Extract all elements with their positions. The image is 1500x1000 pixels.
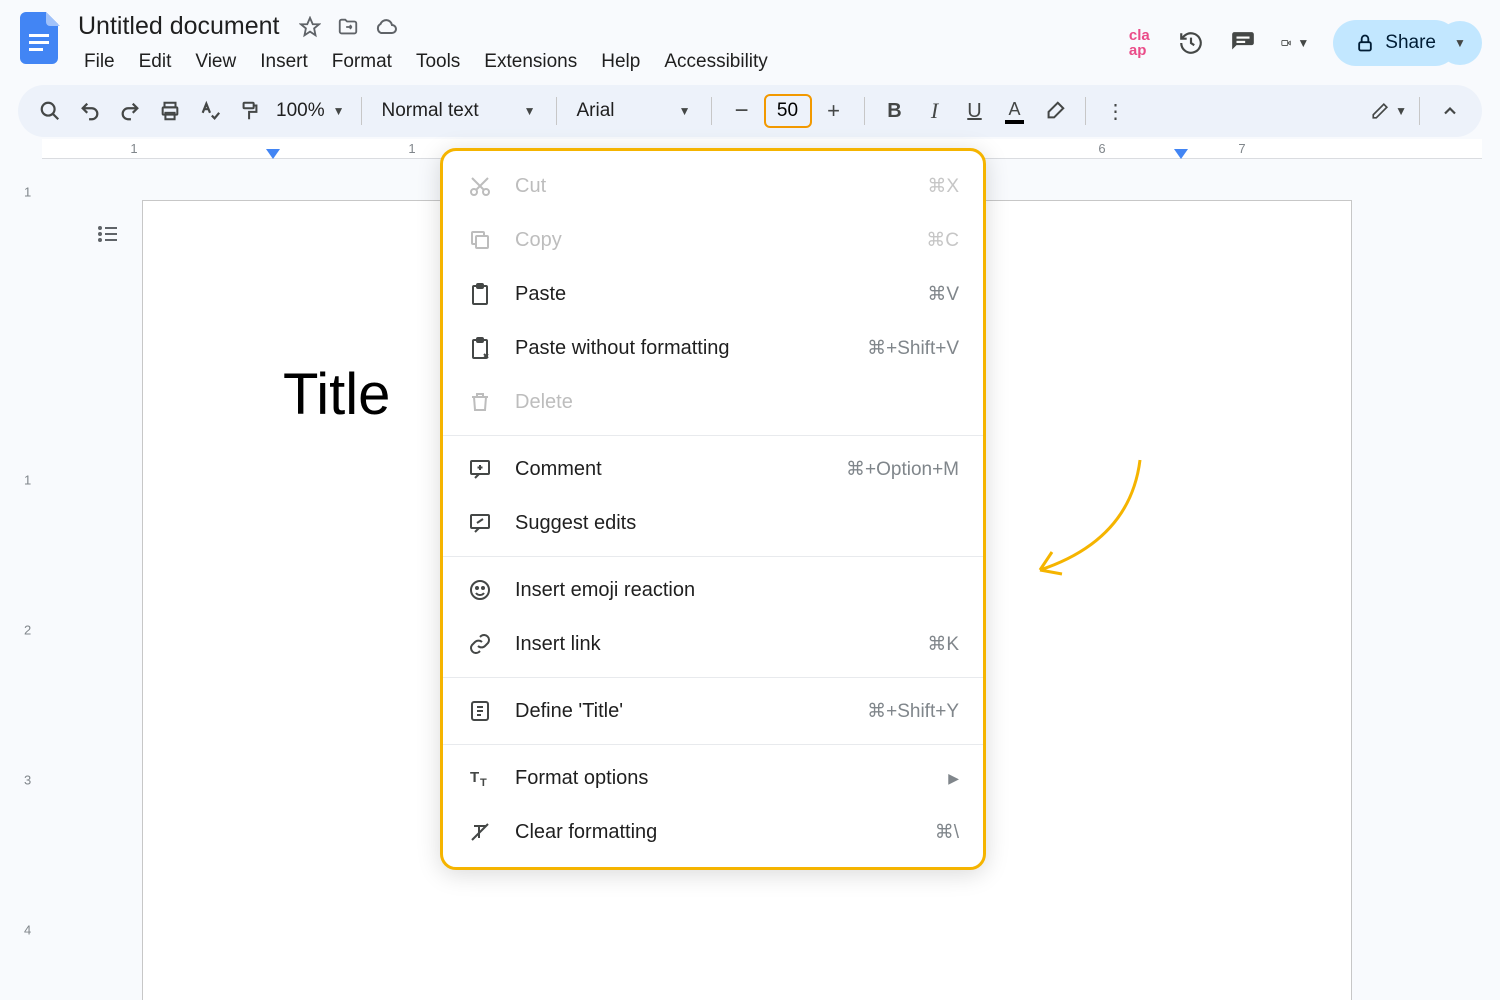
context-menu-label: Cut [515, 175, 905, 198]
print-icon[interactable] [152, 93, 188, 129]
app-header: Untitled document File Edit View Insert … [0, 0, 1500, 77]
context-menu-label: Comment [515, 458, 824, 481]
font-size-input[interactable]: 50 [764, 94, 812, 128]
context-menu-label: Delete [515, 391, 959, 414]
italic-icon[interactable]: I [917, 93, 953, 129]
context-menu-shortcut: ⌘C [926, 229, 959, 252]
context-menu: Cut ⌘X Copy ⌘C Paste ⌘V Paste without formatti… [440, 148, 986, 870]
link-icon [467, 631, 493, 657]
move-icon[interactable] [336, 15, 360, 39]
suggest-icon [467, 510, 493, 536]
document-title[interactable]: Untitled document [74, 10, 284, 43]
paragraph-style-select[interactable]: Normal text▼ [374, 100, 544, 122]
undo-icon[interactable] [72, 93, 108, 129]
context-menu-item[interactable]: Comment ⌘+Option+M [443, 442, 983, 496]
define-icon [467, 698, 493, 724]
context-menu-item[interactable]: TT Format options ▶ [443, 751, 983, 805]
menu-help[interactable]: Help [591, 47, 650, 77]
context-menu-label: Insert link [515, 633, 905, 656]
context-menu-label: Paste [515, 283, 905, 306]
context-menu-shortcut: ⌘X [927, 175, 959, 198]
context-menu-shortcut: ⌘V [927, 283, 959, 306]
context-menu-item: Cut ⌘X [443, 159, 983, 213]
editing-mode-icon[interactable]: ▼ [1371, 93, 1407, 129]
redo-icon[interactable] [112, 93, 148, 129]
context-menu-shortcut: ⌘+Shift+V [867, 337, 959, 360]
context-menu-shortcut: ⌘K [927, 633, 959, 656]
copy-icon [467, 227, 493, 253]
context-menu-label: Define 'Title' [515, 700, 845, 723]
context-menu-item[interactable]: Insert link ⌘K [443, 617, 983, 671]
docs-logo-icon[interactable] [18, 10, 62, 66]
context-menu-shortcut: ⌘\ [935, 821, 959, 844]
comments-icon[interactable] [1229, 29, 1257, 57]
delete-icon [467, 389, 493, 415]
svg-text:T: T [470, 769, 479, 786]
menu-accessibility[interactable]: Accessibility [654, 47, 777, 77]
document-heading[interactable]: Title [283, 361, 390, 428]
zoom-select[interactable]: 100%▼ [272, 100, 349, 122]
svg-text:T: T [480, 777, 487, 789]
claap-icon[interactable]: claap [1125, 29, 1153, 57]
more-toolbar-icon[interactable]: ⋮ [1098, 93, 1134, 129]
outline-toggle-icon[interactable] [90, 216, 126, 252]
lock-icon [1355, 33, 1375, 53]
star-icon[interactable] [298, 15, 322, 39]
left-indent-marker[interactable] [266, 149, 280, 159]
context-menu-shortcut: ⌘+Option+M [846, 458, 959, 481]
search-icon[interactable] [32, 93, 68, 129]
context-menu-item[interactable]: Clear formatting ⌘\ [443, 805, 983, 859]
comment-icon [467, 456, 493, 482]
collapse-toolbar-icon[interactable] [1432, 93, 1468, 129]
bold-icon[interactable]: B [877, 93, 913, 129]
context-menu-item[interactable]: Paste ⌘V [443, 267, 983, 321]
clear-icon [467, 819, 493, 845]
context-menu-item: Copy ⌘C [443, 213, 983, 267]
chevron-right-icon: ▶ [948, 770, 959, 787]
vertical-ruler[interactable]: 1 1 2 3 4 [18, 200, 42, 1000]
context-menu-item[interactable]: Define 'Title' ⌘+Shift+Y [443, 684, 983, 738]
paint-format-icon[interactable] [232, 93, 268, 129]
cloud-status-icon[interactable] [374, 15, 398, 39]
menu-file[interactable]: File [74, 47, 125, 77]
right-margin-marker[interactable] [1174, 149, 1188, 159]
decrease-font-icon[interactable]: − [724, 93, 760, 129]
emoji-icon [467, 577, 493, 603]
context-menu-label: Insert emoji reaction [515, 579, 959, 602]
share-label: Share [1385, 32, 1436, 54]
context-menu-label: Paste without formatting [515, 337, 845, 360]
context-menu-label: Format options [515, 767, 926, 790]
menu-bar: File Edit View Insert Format Tools Exten… [74, 47, 1113, 77]
menu-insert[interactable]: Insert [250, 47, 318, 77]
toolbar: 100%▼ Normal text▼ Arial▼ − 50 + B I U A… [18, 85, 1482, 137]
highlight-icon[interactable] [1037, 93, 1073, 129]
increase-font-icon[interactable]: + [816, 93, 852, 129]
context-menu-label: Clear formatting [515, 821, 913, 844]
underline-icon[interactable]: U [957, 93, 993, 129]
format-icon: TT [467, 765, 493, 791]
text-color-icon[interactable]: A [997, 93, 1033, 129]
context-menu-item: Delete [443, 375, 983, 429]
meet-icon[interactable]: ▼ [1281, 29, 1309, 57]
paste-no-icon [467, 335, 493, 361]
menu-edit[interactable]: Edit [129, 47, 182, 77]
context-menu-label: Suggest edits [515, 512, 959, 535]
paste-icon [467, 281, 493, 307]
context-menu-item[interactable]: Insert emoji reaction [443, 563, 983, 617]
menu-format[interactable]: Format [322, 47, 402, 77]
share-dropdown[interactable]: ▼ [1438, 21, 1482, 65]
spellcheck-icon[interactable] [192, 93, 228, 129]
menu-extensions[interactable]: Extensions [474, 47, 587, 77]
context-menu-shortcut: ⌘+Shift+Y [867, 700, 959, 723]
context-menu-item[interactable]: Suggest edits [443, 496, 983, 550]
history-icon[interactable] [1177, 29, 1205, 57]
menu-tools[interactable]: Tools [406, 47, 470, 77]
context-menu-item[interactable]: Paste without formatting ⌘+Shift+V [443, 321, 983, 375]
menu-view[interactable]: View [185, 47, 246, 77]
cut-icon [467, 173, 493, 199]
context-menu-label: Copy [515, 229, 904, 252]
font-select[interactable]: Arial▼ [569, 100, 699, 122]
